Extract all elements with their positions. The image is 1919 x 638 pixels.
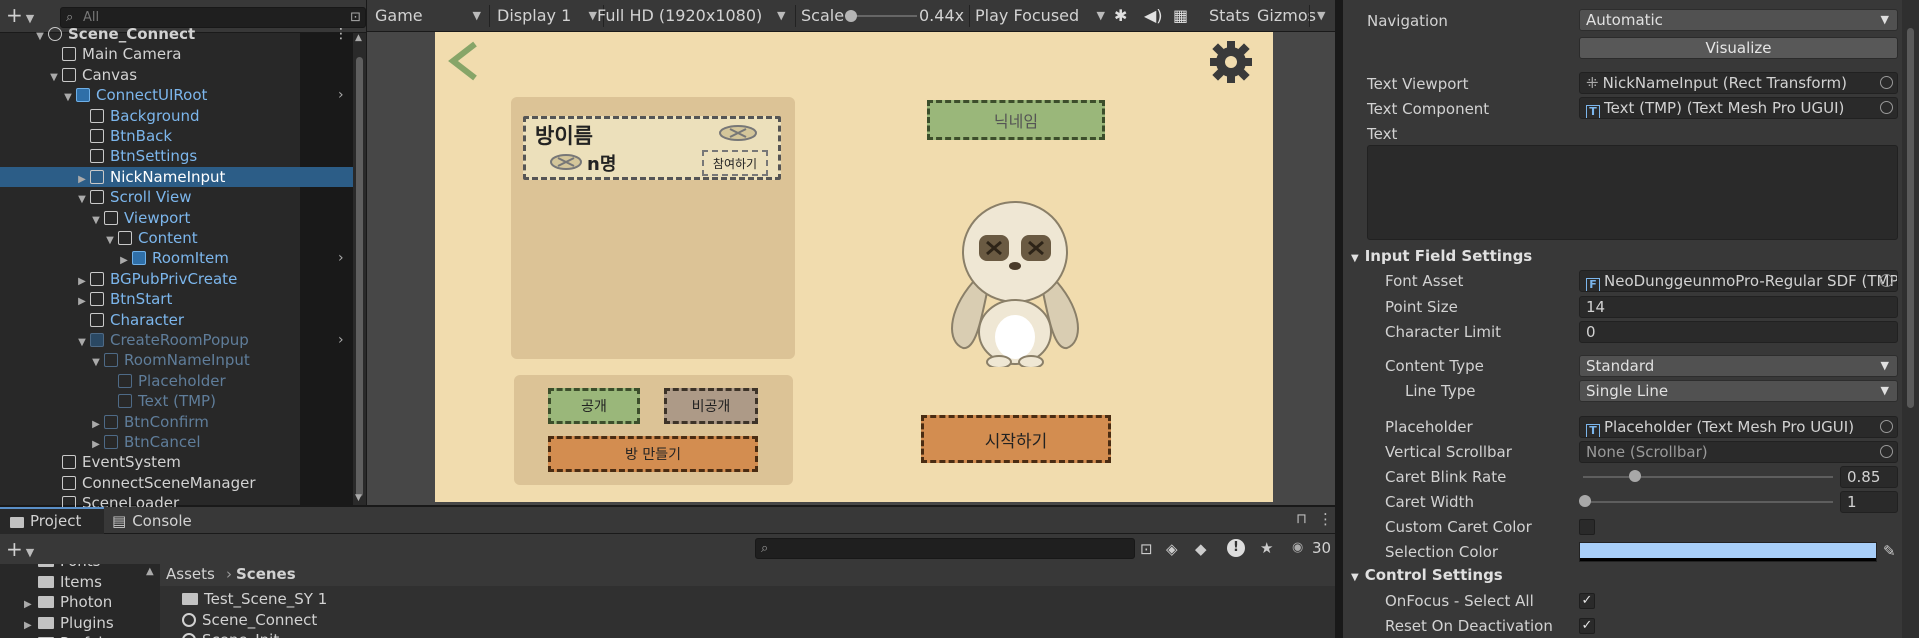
unity-scene-icon [182, 612, 196, 627]
project-folder-label: Photon [60, 593, 113, 611]
point-size-label: Point Size [1385, 298, 1458, 316]
inspector-scrollbar[interactable] [1902, 0, 1919, 638]
onfocus-select-all-checkbox[interactable]: ✓ [1579, 593, 1595, 609]
object-picker-icon[interactable] [1880, 445, 1893, 458]
text-area[interactable] [1367, 145, 1898, 240]
foldout-icon: ▼ [1351, 253, 1359, 264]
object-picker-icon[interactable] [1880, 101, 1893, 114]
folder-icon [38, 596, 54, 608]
text-label: Text [1367, 125, 1398, 143]
visualize-button[interactable]: Visualize [1579, 37, 1898, 59]
folder-icon [38, 564, 54, 567]
placeholder-field[interactable]: T Placeholder (Text Mesh Pro UGUI) [1579, 416, 1898, 438]
caret-blink-rate-slider[interactable] [1583, 476, 1833, 478]
input-field-settings-header[interactable]: ▼ Input Field Settings [1351, 245, 1532, 267]
placeholder-label: Placeholder [1385, 418, 1473, 436]
content-type-dropdown[interactable]: Standard ▼ [1579, 355, 1898, 377]
text-viewport-label: Text Viewport [1367, 75, 1469, 93]
text-viewport-field[interactable]: ⁜ NickNameInput (Rect Transform) [1579, 72, 1898, 94]
selection-color-label: Selection Color [1385, 543, 1499, 561]
character-limit-input[interactable]: 0 [1579, 321, 1898, 343]
project-file-label: Scene_Connect [202, 610, 318, 629]
object-picker-icon[interactable] [1880, 420, 1893, 433]
point-size-input[interactable]: 14 [1579, 296, 1898, 318]
text-component-field[interactable]: T Text (TMP) (Text Mesh Pro UGUI) [1579, 97, 1898, 119]
caret-width-slider[interactable] [1583, 501, 1833, 503]
font-asset-field[interactable]: F NeoDunggeunmoPro-Regular SDF (TMP [1579, 270, 1898, 292]
custom-caret-color-label: Custom Caret Color [1385, 518, 1532, 536]
project-folder-label: Items [60, 572, 102, 591]
caret-width-input[interactable]: 1 [1840, 491, 1898, 513]
project-folder-item[interactable]: Fonts [24, 564, 100, 571]
project-file-item[interactable]: Scene_Connect [182, 610, 317, 630]
project-folder-tree-clip: Fonts Items▶Photon▶Plugins▶Prefabs [0, 564, 160, 638]
project-file-label: Test_Scene_SY 1 [204, 590, 328, 608]
object-picker-icon[interactable] [1880, 76, 1893, 89]
project-folder-label: Prefabs [60, 634, 116, 638]
line-type-label: Line Type [1405, 382, 1476, 400]
project-file-label: Scene_Init [202, 631, 279, 638]
unity-scene-icon [182, 633, 196, 638]
caret-blink-rate-label: Caret Blink Rate [1385, 468, 1507, 486]
project-items [0, 0, 1335, 638]
onfocus-select-all-label: OnFocus - Select All [1385, 592, 1534, 610]
reset-on-deactivation-label: Reset On Deactivation [1385, 617, 1553, 635]
caret-width-label: Caret Width [1385, 493, 1474, 511]
reset-on-deactivation-checkbox[interactable]: ✓ [1579, 618, 1595, 634]
foldout-icon: ▼ [1351, 572, 1359, 583]
content-type-label: Content Type [1385, 357, 1484, 375]
folder-icon [38, 575, 54, 588]
caret-width-knob[interactable] [1579, 495, 1591, 507]
project-file-item[interactable]: Test_Scene_SY 1 [182, 589, 327, 609]
folder-icon [182, 593, 198, 605]
project-folder-item[interactable]: ▶ Photon [24, 592, 112, 612]
project-folder-item[interactable]: Items [24, 572, 102, 592]
text-component-label: Text Component [1367, 100, 1490, 118]
caret-blink-rate-input[interactable]: 0.85 [1840, 466, 1898, 488]
eyedropper-icon[interactable]: ✎ [1883, 542, 1896, 560]
project-folder-item[interactable]: ▶ Plugins [24, 613, 114, 633]
project-folder-item[interactable]: ▶Prefabs [24, 633, 116, 638]
folder-icon [38, 616, 54, 629]
inspector-panel: Navigation Automatic ▼ Visualize Text Vie… [1343, 0, 1919, 638]
custom-caret-color-checkbox[interactable] [1579, 519, 1595, 535]
navigation-dropdown[interactable]: Automatic ▼ [1579, 9, 1898, 31]
caret-blink-rate-knob[interactable] [1629, 470, 1641, 482]
vertical-scrollbar-label: Vertical Scrollbar [1385, 443, 1512, 461]
project-folder-label: Fonts [60, 564, 100, 570]
vertical-scrollbar-field[interactable]: None (Scrollbar) [1579, 441, 1898, 463]
font-asset-icon: F [1586, 278, 1600, 291]
project-file-item[interactable]: Scene_Init [182, 630, 279, 638]
inspector-scroll-thumb[interactable] [1907, 28, 1914, 408]
line-type-dropdown[interactable]: Single Line ▼ [1579, 380, 1898, 402]
control-settings-header[interactable]: ▼ Control Settings [1351, 564, 1503, 586]
object-picker-icon[interactable] [1880, 274, 1893, 287]
character-limit-label: Character Limit [1385, 323, 1502, 341]
selection-color-swatch[interactable] [1579, 542, 1877, 562]
tmp-icon: T [1586, 424, 1600, 437]
rect-transform-icon: ⁜ [1586, 74, 1599, 92]
project-folder-label: Plugins [60, 613, 114, 632]
tmp-icon: T [1586, 105, 1600, 118]
font-asset-label: Font Asset [1385, 272, 1464, 290]
navigation-label: Navigation [1367, 12, 1448, 30]
project-file-list-clip: Test_Scene_SY 1 Scene_Connect Scene_Init [160, 586, 1335, 638]
